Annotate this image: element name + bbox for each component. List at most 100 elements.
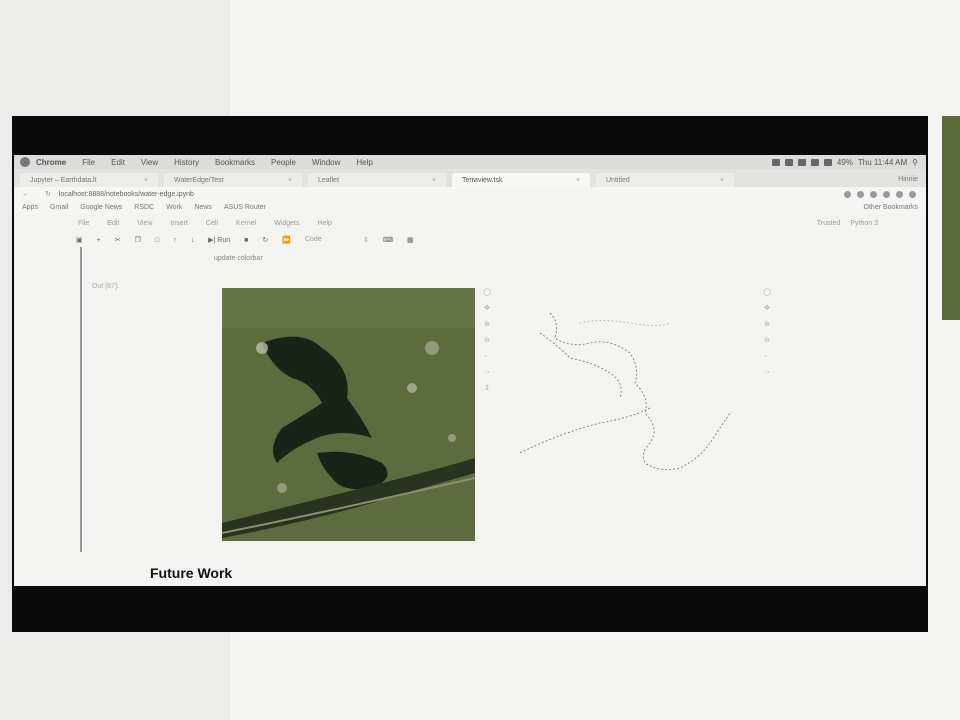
tab-title: Terraview.tsk (462, 176, 503, 184)
bookmark-asus-router[interactable]: ASUS Router (224, 204, 266, 211)
tab-title: Leaflet (318, 176, 340, 184)
restart-icon[interactable]: ↻ (262, 236, 268, 244)
map-toolbar-2: ◯ ✥ ⊕ ⊖ ← → (760, 288, 774, 384)
battery-text[interactable]: 49% (837, 158, 853, 167)
notebook-menu: File Edit View Insert Cell Kernel Widget… (14, 216, 926, 230)
tab-terraview[interactable]: Terraview.tsk × (452, 173, 590, 187)
forward-icon[interactable]: → (480, 368, 494, 384)
menu-help[interactable]: Help (356, 158, 372, 167)
status-icon[interactable] (784, 158, 793, 166)
nb-menu-file[interactable]: File (78, 220, 89, 227)
fast-forward-icon[interactable]: ⏩ (282, 236, 291, 244)
slide-heading: Future Work (150, 565, 233, 581)
tab-untitled[interactable]: Untitled × (596, 173, 734, 187)
wifi-icon[interactable] (823, 158, 832, 166)
status-icon[interactable] (797, 158, 806, 166)
close-icon[interactable]: × (720, 177, 724, 184)
menu-chrome[interactable]: Chrome (36, 158, 66, 167)
add-cell-icon[interactable]: + (97, 237, 101, 244)
nb-menu-help[interactable]: Help (318, 220, 332, 227)
nb-menu-cell[interactable]: Cell (206, 220, 218, 227)
coastline-outline-plot[interactable] (500, 303, 746, 493)
bookmark-work[interactable]: Work (166, 204, 182, 211)
save-icon[interactable]: ▣ (76, 236, 83, 244)
clock[interactable]: Thu 11:44 AM (858, 158, 907, 167)
nb-menu-kernel[interactable]: Kernel (236, 220, 256, 227)
bookmark-apps[interactable]: Apps (22, 204, 38, 211)
reload-icon[interactable]: ↻ (45, 190, 51, 198)
menu-view[interactable]: View (141, 158, 158, 167)
menu-window[interactable]: Window (312, 158, 340, 167)
zoom-out-icon[interactable]: ⊖ (480, 336, 494, 352)
zoom-in-icon[interactable]: ⊕ (480, 320, 494, 336)
bookmark-google-news[interactable]: Google News (80, 204, 122, 211)
map-toolbar: ◯ ✥ ⊕ ⊖ ← → ↧ (480, 288, 494, 400)
menu-icon[interactable] (909, 190, 916, 198)
bookmark-rsdc[interactable]: RSDC (134, 204, 154, 211)
bookmark-gmail[interactable]: Gmail (50, 204, 68, 211)
tab-leaflet[interactable]: Leaflet × (308, 173, 446, 187)
nb-menu-widgets[interactable]: Widgets (274, 220, 299, 227)
cut-icon[interactable]: ✂ (115, 236, 121, 244)
search-icon[interactable]: ⚲ (912, 158, 918, 167)
save-icon[interactable]: ↧ (480, 384, 494, 400)
extension-icon[interactable] (896, 190, 903, 198)
status-icon[interactable] (810, 158, 819, 166)
close-icon[interactable]: × (144, 177, 148, 184)
back-icon[interactable]: ← (760, 352, 774, 368)
close-icon[interactable]: × (288, 177, 292, 184)
tab-github[interactable]: WaterEdge/Test × (164, 173, 302, 187)
nb-menu-view[interactable]: View (137, 220, 152, 227)
tab-title: Untitled (606, 176, 630, 184)
output-prompt: Out [87]: (92, 283, 119, 290)
notebook-toolbar: ▣ + ✂ ❐ □ ↑ ↓ ▶| Run ■ ↻ ⏩ Code ⇕ ⌨ ▦ (14, 233, 926, 247)
back-icon[interactable]: ← (480, 352, 494, 368)
menu-edit[interactable]: Edit (111, 158, 125, 167)
chart-icon[interactable]: ▦ (407, 236, 414, 244)
zoom-in-icon[interactable]: ⊕ (760, 320, 774, 336)
run-button[interactable]: ▶| Run (208, 236, 230, 244)
other-bookmarks[interactable]: Other Bookmarks (864, 204, 926, 211)
address-toolbar: ← ↻ localhost:8888/notebooks/water-edge.… (14, 187, 926, 201)
copy-icon[interactable]: ❐ (135, 236, 141, 244)
home-icon[interactable]: ◯ (480, 288, 494, 304)
menu-people[interactable]: People (271, 158, 296, 167)
apple-icon[interactable] (20, 157, 30, 167)
paste-icon[interactable]: □ (155, 237, 159, 244)
move-down-icon[interactable]: ↓ (191, 237, 195, 244)
browser-tabs: Jupyter – Earthdata.lt × WaterEdge/Test … (14, 169, 926, 187)
menu-file[interactable]: File (82, 158, 95, 167)
profile-name[interactable]: Hinnie (898, 176, 926, 187)
pan-icon[interactable]: ✥ (480, 304, 494, 320)
status-icon[interactable] (771, 158, 780, 166)
stop-icon[interactable]: ■ (244, 237, 248, 244)
menu-bookmarks[interactable]: Bookmarks (215, 158, 255, 167)
tab-jupyter[interactable]: Jupyter – Earthdata.lt × (20, 173, 158, 187)
extension-icon[interactable] (870, 190, 877, 198)
keyboard-icon[interactable]: ⌨ (383, 236, 393, 244)
trusted-status[interactable]: Trusted (817, 220, 840, 227)
close-icon[interactable]: × (432, 177, 436, 184)
forward-icon[interactable]: → (760, 368, 774, 384)
extension-icon[interactable] (844, 190, 851, 198)
back-icon[interactable]: ← (22, 191, 29, 198)
extensions (844, 190, 926, 198)
close-icon[interactable]: × (576, 177, 580, 184)
home-icon[interactable]: ◯ (760, 288, 774, 304)
bookmark-news[interactable]: News (194, 204, 212, 211)
zoom-out-icon[interactable]: ⊖ (760, 336, 774, 352)
cell-type-select[interactable]: Code ⇕ (305, 236, 369, 244)
projected-screen: Chrome File Edit View History Bookmarks … (14, 155, 926, 586)
move-up-icon[interactable]: ↑ (173, 237, 177, 244)
menu-history[interactable]: History (174, 158, 199, 167)
extension-icon[interactable] (883, 190, 890, 198)
satellite-image-graphic (222, 288, 475, 541)
satellite-image[interactable] (222, 288, 475, 541)
tab-title: Jupyter – Earthdata.lt (30, 176, 97, 184)
pan-icon[interactable]: ✥ (760, 304, 774, 320)
nb-menu-insert[interactable]: Insert (170, 220, 188, 227)
url-field[interactable]: localhost:8888/notebooks/water-edge.ipyn… (59, 191, 194, 198)
side-thumbnail (942, 116, 960, 320)
nb-menu-edit[interactable]: Edit (107, 220, 119, 227)
extension-icon[interactable] (857, 190, 864, 198)
